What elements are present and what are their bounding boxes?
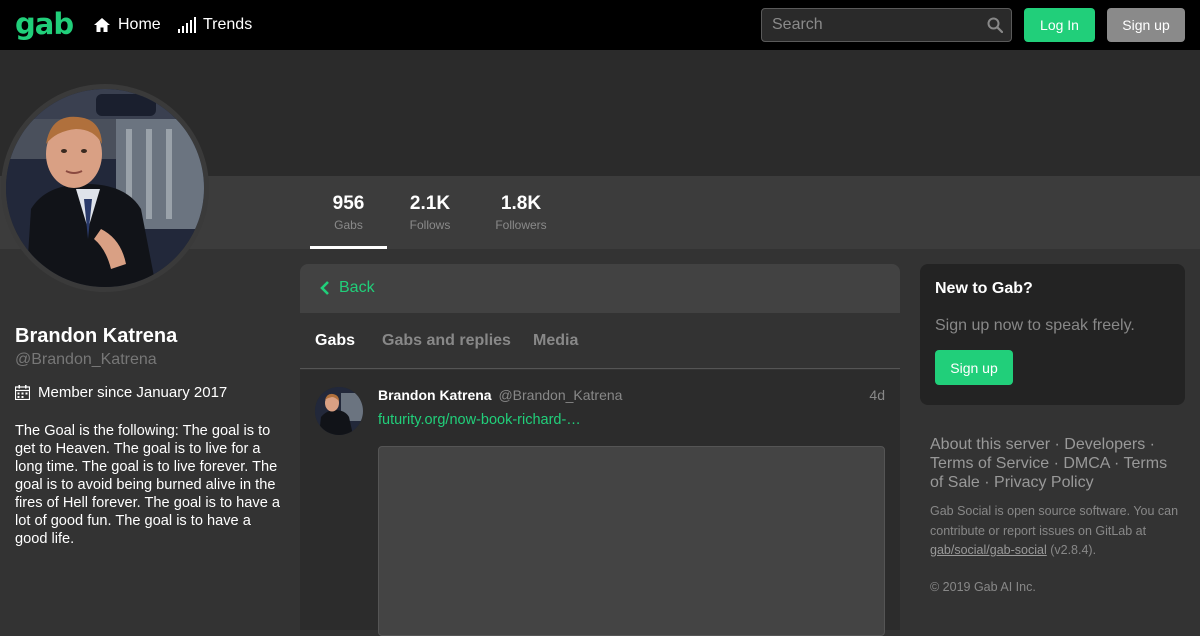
tab-media[interactable]: Media	[533, 332, 578, 350]
stat-follows-value: 2.1K	[409, 193, 451, 214]
post-author[interactable]: Brandon Katrena @Brandon_Katrena	[378, 387, 622, 403]
chevron-left-icon	[320, 281, 329, 295]
post-link[interactable]: futurity.org/now-book-richard-…	[378, 412, 581, 428]
profile-display-name: Brandon Katrena	[15, 325, 178, 347]
member-since-text: Member since January 2017	[38, 384, 228, 401]
timeline-tabs: Gabs Gabs and replies Media	[300, 313, 900, 369]
footer-separator: ·	[1050, 436, 1065, 453]
footer-link-dmca[interactable]: DMCA	[1063, 455, 1109, 472]
post-timestamp[interactable]: 4d	[869, 387, 885, 403]
stat-followers[interactable]: 1.8K Followers	[487, 193, 555, 233]
profile-handle: @Brandon_Katrena	[15, 351, 157, 368]
login-button[interactable]: Log In	[1024, 8, 1095, 42]
gab-logo[interactable]: gab	[15, 7, 74, 41]
stat-gabs-label: Gabs	[334, 218, 363, 232]
stat-followers-value: 1.8K	[500, 193, 542, 214]
status-post[interactable]: Brandon Katrena @Brandon_Katrena 4d futu…	[300, 370, 900, 636]
profile-bio: The Goal is the following: The goal is t…	[15, 423, 280, 547]
footer-info: Gab Social is open source software. You …	[930, 502, 1185, 561]
stat-follows-label: Follows	[409, 218, 451, 232]
footer-separator: ·	[1109, 455, 1124, 472]
back-label: Back	[339, 279, 375, 296]
nav-trends-link[interactable]: Trends	[178, 15, 252, 35]
nav-home-label: Home	[118, 16, 161, 33]
nav-trends-label: Trends	[203, 16, 253, 33]
signup-button-sidebar[interactable]: Sign up	[935, 350, 1013, 385]
tab-gabs-and-replies[interactable]: Gabs and replies	[382, 332, 511, 350]
footer-copyright: © 2019 Gab AI Inc.	[930, 580, 1036, 594]
stat-gabs[interactable]: 956 Gabs	[310, 193, 387, 233]
footer-link-terms[interactable]: Terms of Service	[930, 455, 1049, 472]
home-icon	[94, 18, 110, 32]
footer-separator: ·	[1145, 436, 1155, 453]
footer-version: (v2.8.4).	[1046, 543, 1097, 557]
post-author-name[interactable]: Brandon Katrena	[378, 387, 492, 403]
avatar-photo	[6, 89, 204, 287]
signup-panel-title: New to Gab?	[935, 280, 1033, 297]
footer-link-about[interactable]: About this server	[930, 436, 1050, 453]
stat-followers-label: Followers	[495, 218, 547, 232]
top-navigation-bar: gab Home Trends Log In Sign up	[0, 0, 1200, 50]
search-icon[interactable]	[987, 17, 1003, 33]
profile-avatar[interactable]	[1, 84, 209, 292]
profile-member-since: Member since January 2017	[15, 384, 227, 401]
back-bar: Back	[300, 264, 900, 313]
nav-home-link[interactable]: Home	[93, 15, 161, 35]
active-stat-underline	[310, 246, 387, 249]
signup-panel-text: Sign up now to speak freely.	[935, 317, 1135, 334]
footer-links: About this server · Developers · Terms o…	[930, 435, 1180, 492]
signup-panel: New to Gab? Sign up now to speak freely.…	[920, 264, 1185, 405]
footer-info-text: Gab Social is open source software. You …	[930, 504, 1179, 538]
footer-separator: ·	[1049, 455, 1064, 472]
footer-separator: ·	[979, 474, 995, 491]
stat-gabs-value: 956	[332, 193, 365, 214]
post-avatar-photo	[315, 387, 363, 435]
signup-button-header[interactable]: Sign up	[1107, 8, 1185, 42]
stat-follows[interactable]: 2.1K Follows	[396, 193, 464, 233]
calendar-icon	[15, 385, 30, 400]
signal-bars-icon	[178, 17, 196, 33]
tab-gabs[interactable]: Gabs	[315, 332, 355, 350]
footer-repo-link[interactable]: gab/social/gab-social	[930, 543, 1047, 557]
footer-link-developers[interactable]: Developers	[1064, 436, 1145, 453]
post-author-handle: @Brandon_Katrena	[498, 387, 623, 403]
back-button[interactable]: Back	[320, 279, 375, 297]
link-preview-card[interactable]	[378, 446, 885, 636]
search-input[interactable]	[762, 9, 982, 41]
footer-link-privacy[interactable]: Privacy Policy	[994, 474, 1094, 491]
search-box	[761, 8, 1012, 42]
post-author-avatar[interactable]	[315, 387, 363, 435]
